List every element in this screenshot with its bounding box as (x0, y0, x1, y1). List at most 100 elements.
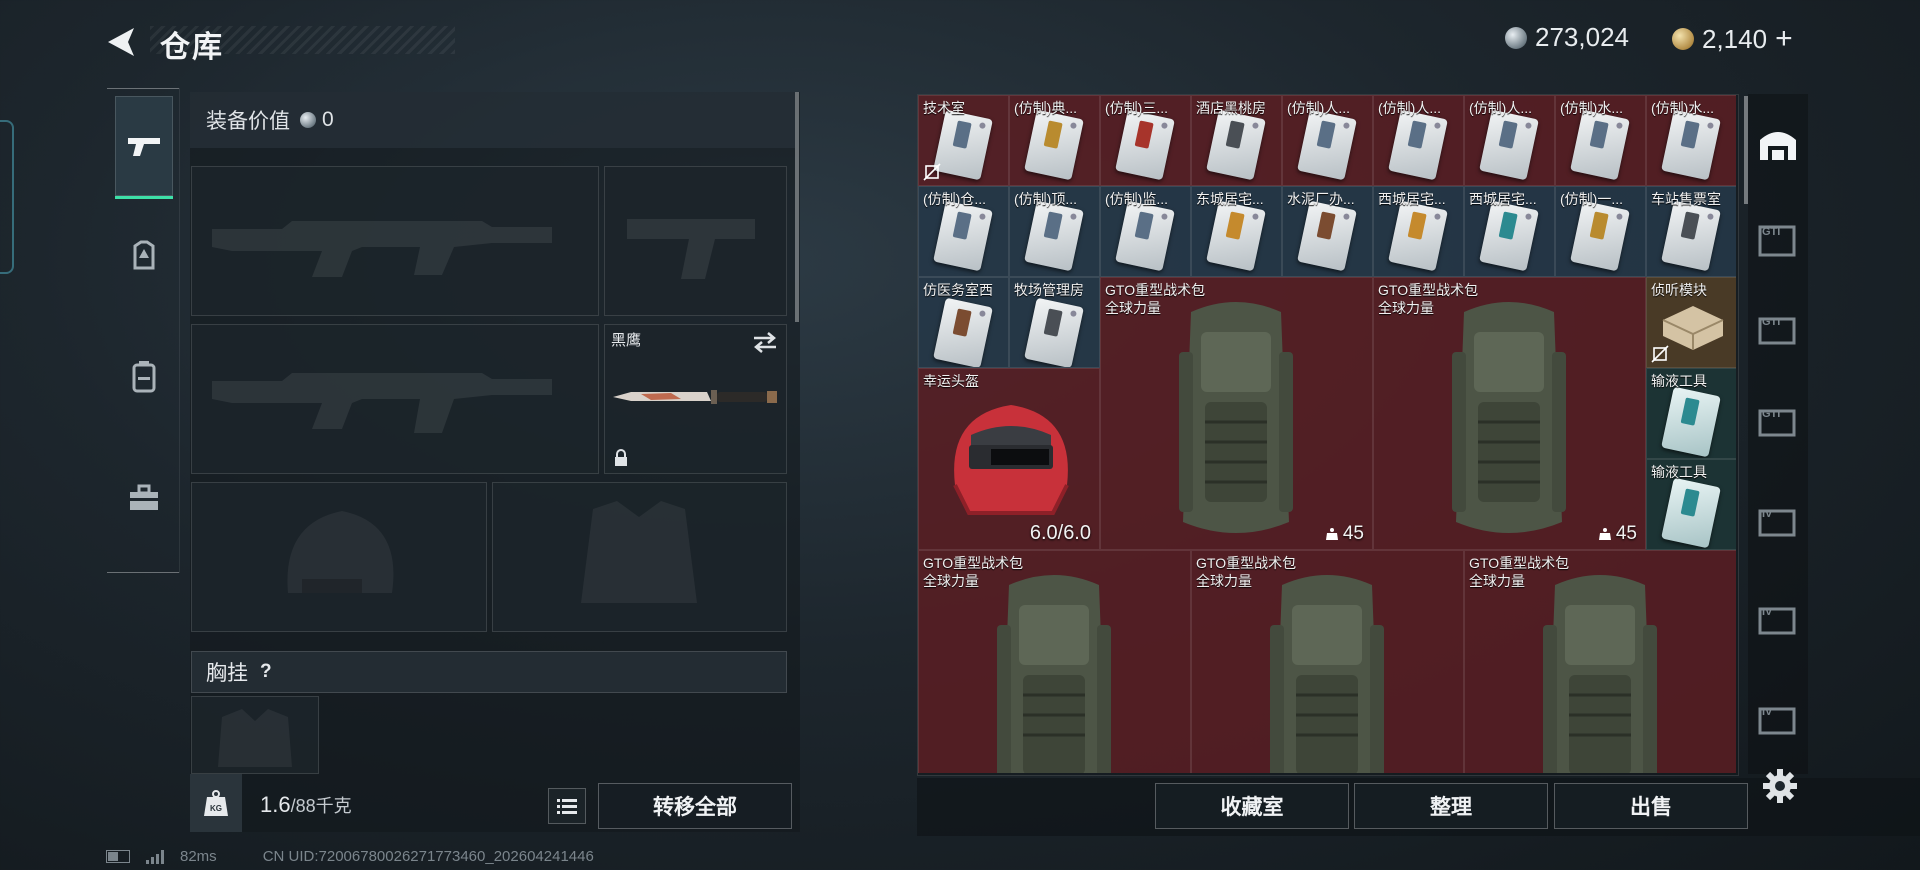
swap-icon[interactable] (752, 331, 778, 353)
grid-item-backpack[interactable]: GTO重型战术包 全球力量 45 (1373, 277, 1646, 550)
grid-item-keycard[interactable]: (仿制)人... (1282, 95, 1373, 186)
add-currency-button[interactable]: + (1775, 22, 1793, 56)
item-name: 水泥厂办... (1287, 191, 1355, 207)
sidearm-slot[interactable] (604, 166, 787, 316)
grid-item-keycard[interactable]: 酒店黑桃房 (1191, 95, 1282, 186)
helmet-durability: 6.0/6.0 (1029, 522, 1091, 544)
keycard-icon (1024, 200, 1084, 272)
page-title: 仓库 (160, 31, 224, 64)
grid-item-backpack[interactable]: GTO重型战术包 全球力量 45 (1100, 277, 1373, 550)
tab-storage-2[interactable]: GTI (1748, 294, 1808, 364)
primary-weapon-slot[interactable] (191, 166, 599, 316)
sell-button[interactable]: 出售 (1554, 783, 1748, 829)
keycard-icon (1115, 109, 1175, 181)
tab-backpack[interactable] (115, 326, 173, 426)
transfer-all-button[interactable]: 转移全部 (598, 783, 792, 829)
storage-box-icon: IV (1758, 508, 1796, 537)
storage-box-icon: GTI (1758, 225, 1796, 257)
pistol-icon (128, 138, 160, 156)
grid-item-keycard[interactable]: 仿医务室西 (918, 277, 1009, 368)
item-name: 输液工具 (1651, 464, 1707, 480)
grid-item-medical[interactable]: 输液工具 (1646, 459, 1736, 550)
item-brand: 全球力量 (1105, 300, 1161, 316)
item-name: (仿制)仓... (923, 191, 986, 207)
item-count: 45 (1598, 523, 1637, 545)
grid-item-keycard[interactable]: 车站售票室 (1646, 186, 1736, 277)
tab-storage-5[interactable]: IV (1748, 584, 1808, 654)
collection-room-button[interactable]: 收藏室 (1155, 783, 1349, 829)
chest-rig-label: 胸挂 (206, 662, 248, 685)
grid-item-keycard[interactable]: 西城居宅... (1464, 186, 1555, 277)
svg-text:GTI: GTI (1762, 316, 1780, 328)
grid-item-keycard[interactable]: (仿制)典... (1009, 95, 1100, 186)
grid-item-keycard[interactable]: 水泥厂办... (1282, 186, 1373, 277)
back-arrow-icon (108, 28, 134, 56)
grid-item-keycard[interactable]: 东城居宅... (1191, 186, 1282, 277)
gear-icon (1763, 769, 1797, 803)
lock-icon (615, 449, 627, 466)
grid-item-backpack[interactable]: GTO重型战术包 全球力量 (918, 550, 1191, 773)
chest-rig-silhouette-icon (218, 709, 292, 767)
grid-item-keycard[interactable]: 牧场管理房 (1009, 277, 1100, 368)
item-brand: 全球力量 (1469, 573, 1525, 589)
pistol-silhouette-icon (627, 219, 755, 279)
help-icon[interactable]: ? (260, 661, 272, 683)
grid-item-keycard[interactable]: (仿制)一... (1555, 186, 1646, 277)
svg-text:IV: IV (1762, 706, 1773, 718)
tab-warehouse[interactable] (1748, 108, 1808, 178)
grid-item-keycard[interactable]: (仿制)水... (1646, 95, 1736, 186)
item-name: 车站售票室 (1651, 191, 1721, 207)
tab-supplies[interactable] (115, 448, 173, 548)
keycard-icon (1297, 200, 1357, 272)
currency-silver: 273,024 (1505, 22, 1629, 53)
grid-item-keycard[interactable]: (仿制)仓... (918, 186, 1009, 277)
chest-rig-slot[interactable] (191, 696, 319, 774)
back-button[interactable] (104, 24, 140, 60)
item-name: (仿制)监... (1105, 191, 1168, 207)
tab-storage-4[interactable]: IV (1748, 486, 1808, 556)
grid-item-keycard[interactable]: 技术室 (918, 95, 1009, 186)
tab-storage-6[interactable]: IV (1748, 684, 1808, 754)
body-armor-slot[interactable] (492, 482, 787, 632)
item-name: GTO重型战术包 (1378, 282, 1479, 298)
equip-value: 0 (300, 108, 334, 132)
rifle-silhouette-icon (212, 221, 552, 277)
grid-item-medical[interactable]: 输液工具 (1646, 368, 1736, 459)
knife-icon (613, 390, 777, 404)
grid-item-backpack[interactable]: GTO重型战术包 全球力量 (1191, 550, 1464, 773)
grid-item-keycard[interactable]: 西城居宅... (1373, 186, 1464, 277)
tab-divider (107, 572, 179, 573)
item-name: 西城居宅... (1469, 191, 1537, 207)
keycard-icon (1206, 109, 1266, 181)
tab-weapons[interactable] (115, 96, 173, 199)
helmet-slot[interactable] (191, 482, 487, 632)
loadout-scrollbar[interactable] (795, 92, 799, 322)
tab-storage-3[interactable]: GTI (1748, 386, 1808, 456)
grid-item-backpack[interactable]: GTO重型战术包 全球力量 (1464, 550, 1736, 773)
grid-item-helmet[interactable]: 幸运头盔 6.0/6.0 (918, 368, 1100, 550)
grid-item-keycard[interactable]: (仿制)人... (1464, 95, 1555, 186)
tab-storage-1[interactable]: GTI (1748, 204, 1808, 274)
grid-item-keycard[interactable]: (仿制)人... (1373, 95, 1464, 186)
svg-text:IV: IV (1762, 508, 1773, 520)
grid-item-keycard[interactable]: (仿制)水... (1555, 95, 1646, 186)
secondary-weapon-slot[interactable] (191, 324, 599, 474)
grid-item-keycard[interactable]: (仿制)三... (1100, 95, 1191, 186)
keycard-icon (933, 109, 993, 181)
list-view-button[interactable] (548, 788, 586, 824)
item-name: (仿制)一... (1560, 191, 1623, 207)
signal-icon (146, 849, 164, 864)
item-name: (仿制)水... (1560, 100, 1623, 116)
grid-item-module[interactable]: 侦听模块 (1646, 277, 1736, 368)
grid-item-keycard[interactable]: (仿制)监... (1100, 186, 1191, 277)
item-name: (仿制)顶... (1014, 191, 1077, 207)
category-tabs (107, 88, 180, 573)
settings-button[interactable] (1762, 768, 1798, 804)
sort-button[interactable]: 整理 (1354, 783, 1548, 829)
item-name: 幸运头盔 (923, 373, 979, 389)
carry-weight: 1.6/88千克 (260, 792, 352, 818)
melee-slot[interactable]: 黑鹰 (604, 324, 787, 474)
tab-armor[interactable] (115, 206, 173, 306)
item-name: 输液工具 (1651, 373, 1707, 389)
grid-item-keycard[interactable]: (仿制)顶... (1009, 186, 1100, 277)
